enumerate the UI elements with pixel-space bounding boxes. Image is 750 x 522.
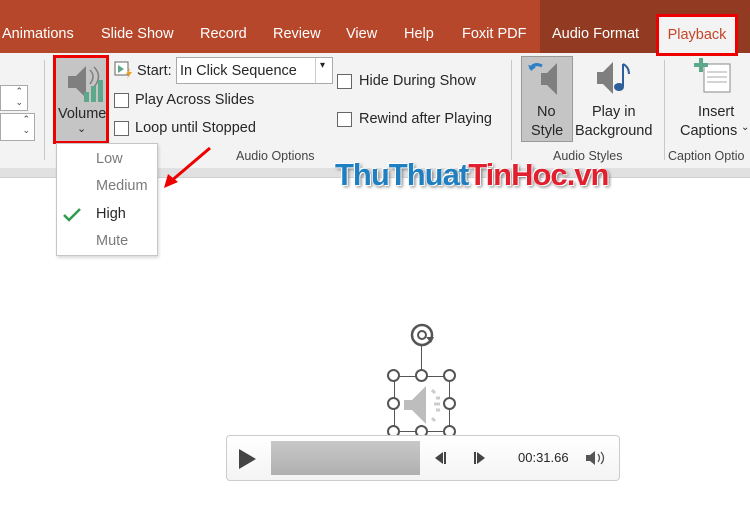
tab-animations[interactable]: Animations (2, 26, 74, 42)
player-time: 00:31.66 (518, 450, 569, 465)
volume-menu-item-low[interactable]: Low (96, 151, 123, 167)
skip-back-icon[interactable] (434, 451, 448, 465)
tab-view[interactable]: View (346, 26, 377, 42)
volume-menu-item-mute[interactable]: Mute (96, 233, 128, 249)
rewind-after-playing-label: Rewind after Playing (359, 111, 492, 127)
tab-help[interactable]: Help (404, 26, 434, 42)
caption-options-group-label: Caption Optio (668, 149, 745, 163)
tab-playback-label: Playback (667, 27, 727, 43)
rewind-after-playing-checkbox[interactable] (337, 112, 352, 127)
dropdown-arrow-icon: ▾ (320, 60, 326, 71)
start-label: Start: (137, 63, 172, 79)
play-in-background-button[interactable]: Play in Background (575, 56, 655, 142)
volume-menu: Low Medium High Mute (56, 143, 158, 256)
no-style-icon (528, 63, 557, 95)
start-trigger-icon (114, 61, 132, 79)
hide-during-show-checkbox[interactable] (337, 74, 352, 89)
tab-playback[interactable]: Playback (656, 14, 738, 56)
insert-captions-label: Captions (680, 123, 738, 139)
chevron-down-icon: ⌄ (741, 122, 750, 133)
volume-button[interactable]: Volume ⌄ (53, 55, 109, 144)
no-style-label: No (537, 104, 556, 120)
resize-handle[interactable] (387, 397, 400, 410)
hide-during-show-label: Hide During Show (359, 73, 476, 89)
volume-speaker-icon (68, 66, 103, 102)
loop-until-stopped-checkbox[interactable] (114, 121, 129, 136)
divider (44, 60, 45, 160)
start-dropdown[interactable]: In Click Sequence ▾ (176, 57, 333, 84)
spinner[interactable]: ⌃ ⌄ (0, 85, 28, 111)
skip-forward-icon[interactable] (473, 451, 487, 465)
tab-slide-show[interactable]: Slide Show (101, 26, 174, 42)
divider (511, 60, 512, 160)
insert-captions-button[interactable]: Insert Captions ⌄ (676, 56, 750, 142)
no-style-button[interactable]: No Style (521, 56, 573, 142)
tab-foxit-pdf[interactable]: Foxit PDF (462, 26, 526, 42)
no-style-label: Style (531, 123, 564, 139)
tab-audio-format[interactable]: Audio Format (552, 26, 639, 42)
checkmark-icon (63, 208, 81, 222)
resize-handle[interactable] (443, 397, 456, 410)
start-value: In Click Sequence (180, 63, 297, 79)
volume-menu-item-high[interactable]: High (96, 206, 126, 222)
annotation-arrow (164, 146, 211, 188)
tab-review[interactable]: Review (273, 26, 321, 42)
play-in-background-label: Background (575, 123, 653, 139)
resize-handle[interactable] (415, 369, 428, 382)
play-across-slides-checkbox[interactable] (114, 93, 129, 108)
watermark-logo: ThuThuatTinHoc.vn (335, 157, 609, 192)
audio-player: 00:31.66 (226, 435, 620, 481)
chevron-down-icon: ⌄ (77, 123, 87, 135)
audio-options-group-label: Audio Options (236, 149, 315, 163)
divider (664, 60, 665, 160)
audio-speaker-icon (404, 386, 440, 424)
play-icon[interactable] (237, 448, 259, 470)
audio-icon-selection[interactable] (394, 376, 450, 432)
volume-menu-item-medium[interactable]: Medium (96, 178, 148, 194)
tab-record[interactable]: Record (200, 26, 247, 42)
loop-until-stopped-label: Loop until Stopped (135, 120, 256, 136)
spinner[interactable]: ⌃ ⌄ (0, 113, 35, 141)
play-in-background-label: Play in (592, 104, 636, 120)
volume-label: Volume (58, 106, 107, 122)
play-across-slides-label: Play Across Slides (135, 92, 255, 108)
resize-handle[interactable] (387, 369, 400, 382)
speaker-music-note-icon (597, 62, 630, 94)
insert-captions-label: Insert (698, 104, 735, 120)
rotate-handle-icon[interactable] (408, 321, 438, 351)
resize-handle[interactable] (443, 369, 456, 382)
progress-track[interactable] (271, 441, 420, 475)
insert-captions-icon (694, 58, 731, 93)
player-volume-icon[interactable] (585, 449, 607, 467)
